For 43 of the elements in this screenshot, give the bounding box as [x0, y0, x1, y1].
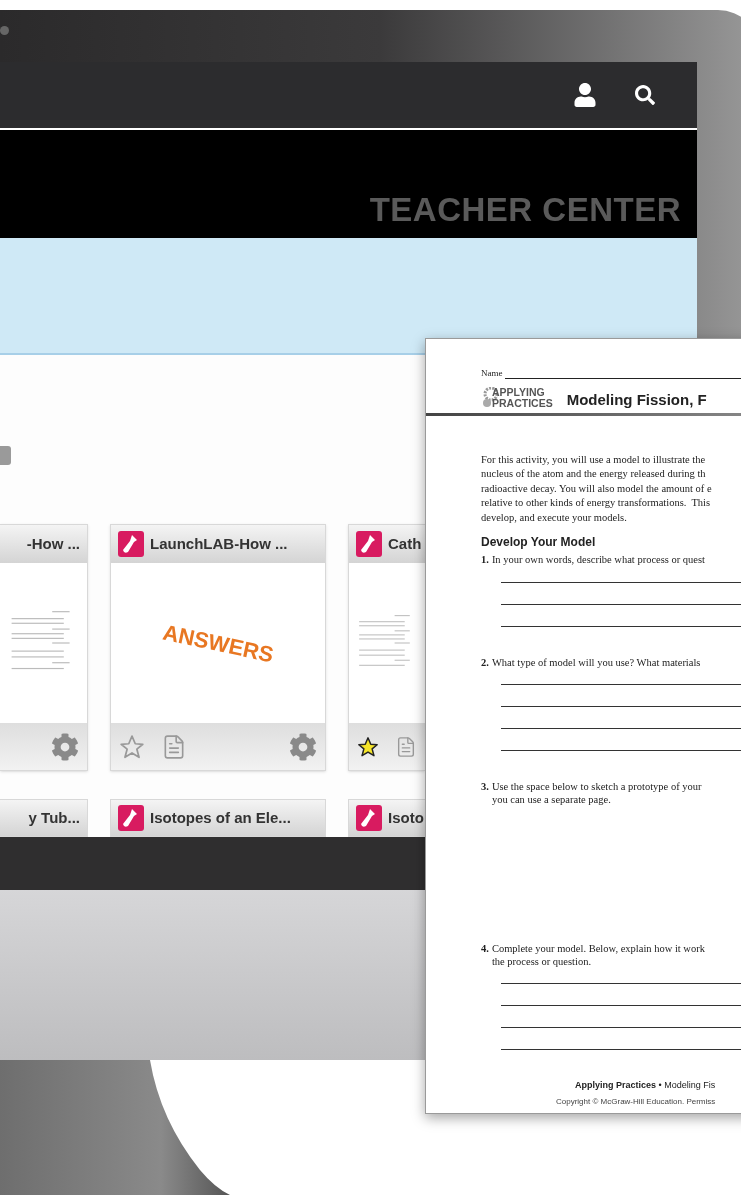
resource-card[interactable]: Isoto: [348, 799, 425, 837]
question-text: Complete your model. Below, explain how it work: [491, 943, 705, 956]
card-title[interactable]: y Tub...: [28, 806, 80, 830]
resource-card[interactable]: LaunchLAB-How ... ANSWERS: [110, 524, 326, 771]
section-heading: Develop Your Model: [481, 535, 596, 550]
name-label: Name: [481, 367, 503, 380]
question-number: 1.: [481, 554, 489, 567]
answers-label: ANSWERS: [159, 618, 277, 669]
user-icon[interactable]: [573, 83, 597, 107]
copyright-text: Copyright © McGraw-Hill Education. Permiss: [556, 1095, 716, 1108]
logo-text: PRACTICES: [492, 397, 553, 409]
flask-icon: [356, 531, 382, 557]
resource-card[interactable]: Isotopes of an Ele...: [110, 799, 326, 837]
resource-card[interactable]: Cath: [348, 524, 425, 771]
worksheet-title: Modeling Fission, F: [566, 390, 707, 409]
flask-icon: [118, 531, 144, 557]
settings-icon[interactable]: [51, 732, 79, 761]
flask-icon: [118, 805, 144, 831]
resource-card[interactable]: y Tub...: [0, 799, 88, 837]
logo-text: APPLYING: [492, 386, 546, 398]
question-text: the process or question.: [491, 955, 593, 969]
flask-icon: [356, 805, 382, 831]
name-line[interactable]: [504, 377, 741, 379]
question-number: 3.: [481, 781, 489, 795]
resource-card[interactable]: -How ...: [0, 524, 88, 771]
card-title[interactable]: Isoto: [388, 806, 424, 830]
question-text: In your own words, describe what process or quest: [491, 554, 706, 567]
settings-icon[interactable]: [289, 732, 317, 761]
question-number: 4.: [481, 943, 489, 957]
banner-title: TEACHER CENTER: [369, 189, 681, 230]
intro-text: relative to other kinds of energy transformations. This: [481, 496, 712, 511]
question-text: Use the space below to sketch a prototype of your: [491, 781, 702, 794]
intro-text: develop, and execute your models.: [481, 510, 628, 525]
question-text: you can use a separate page.: [491, 793, 612, 807]
intro-text: For this activity, you will use a model to illustrate the: [481, 452, 707, 467]
card-title[interactable]: Isotopes of an Ele...: [150, 806, 291, 830]
question-text: What type of model will you use? What materials: [491, 656, 701, 670]
question-number: 2.: [481, 656, 489, 670]
intro-text: nucleus of the atom and the energy released during th: [481, 467, 707, 482]
search-icon[interactable]: [635, 85, 655, 105]
star-icon[interactable]: [119, 733, 145, 760]
footer-text: Applying Practices • Modeling Fis: [575, 1079, 716, 1092]
intro-text: radioactive decay. You will also model the amount of e: [481, 481, 713, 496]
